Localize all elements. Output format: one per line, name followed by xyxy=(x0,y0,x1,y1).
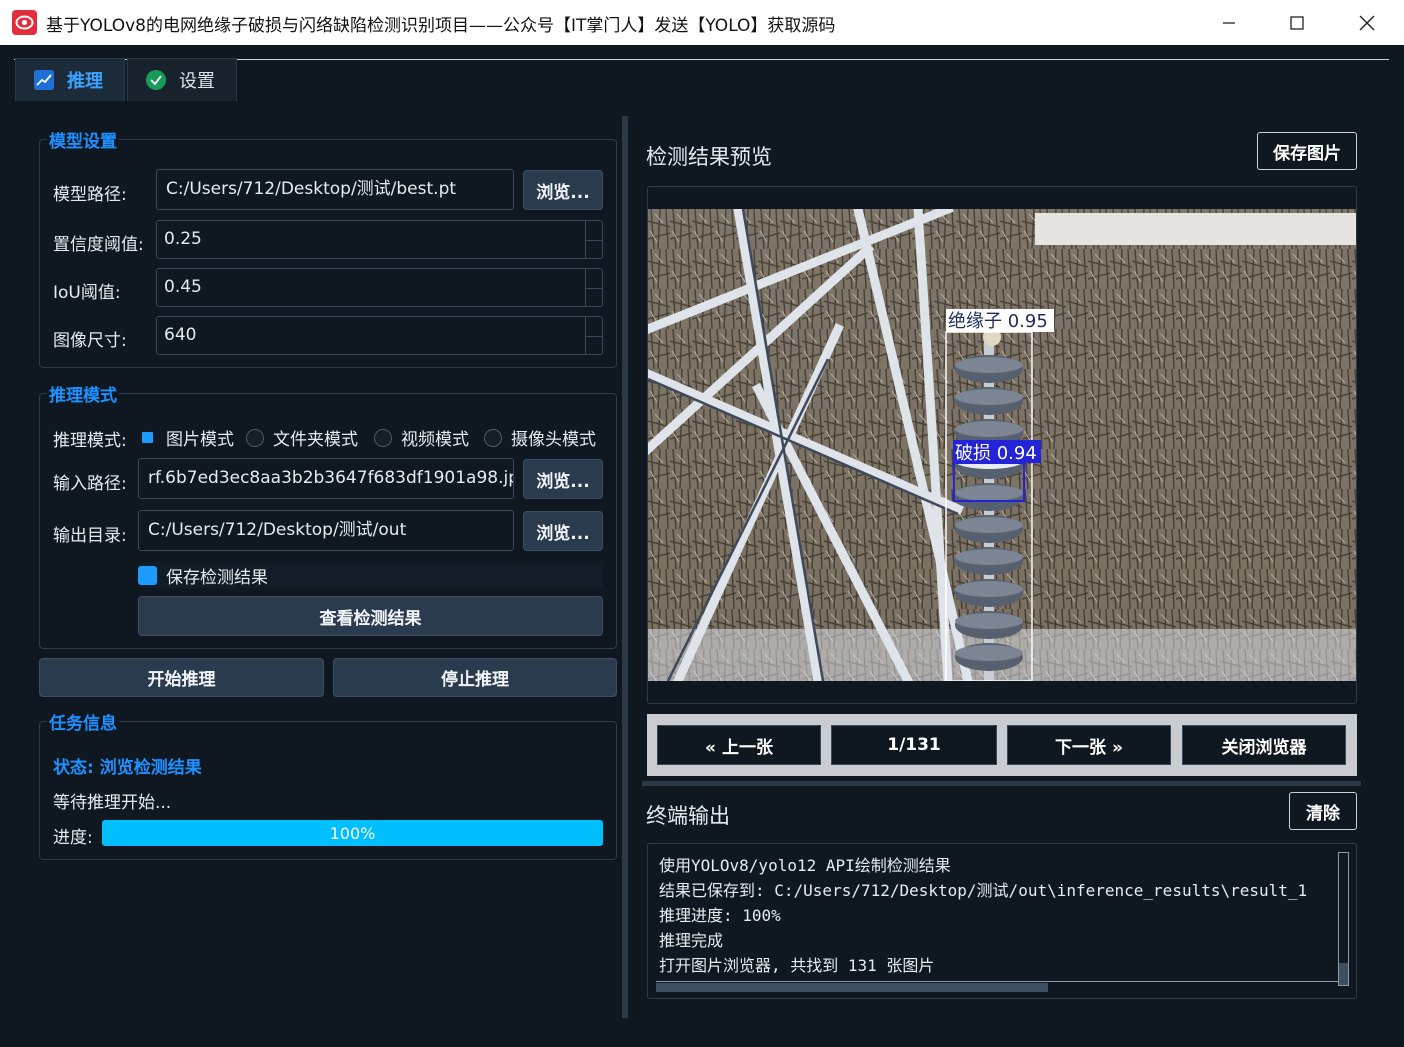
progress-label: 进度: xyxy=(53,828,93,848)
radio-indicator xyxy=(246,428,264,447)
title-bar: 基于YOLOv8的电网绝缘子破损与闪络缺陷检测识别项目——公众号【IT掌门人】发… xyxy=(0,0,1404,45)
next-image-button[interactable]: 下一张 » xyxy=(1007,725,1171,765)
terminal-title: 终端输出 xyxy=(646,804,730,828)
tab-settings[interactable]: 设置 xyxy=(127,58,237,101)
save-results-label: 保存检测结果 xyxy=(166,567,268,588)
task-message: 等待推理开始... xyxy=(53,793,172,813)
close-button[interactable] xyxy=(1332,0,1402,45)
radio-image-mode[interactable]: 图片模式 xyxy=(138,425,234,450)
confidence-value: 0.25 xyxy=(164,229,202,249)
image-size-stepper-arrows[interactable] xyxy=(585,317,602,354)
maximize-button[interactable] xyxy=(1262,0,1332,45)
terminal-line: 推理进度: 100% xyxy=(659,906,781,925)
model-path-input[interactable]: C:/Users/712/Desktop/测试/best.pt xyxy=(156,169,514,210)
terminal-line: 打开图片浏览器, 共找到 131 张图片 xyxy=(659,956,935,975)
terminal-line: 结果已保存到: C:/Users/712/Desktop/测试/out\infe… xyxy=(659,881,1308,900)
output-dir-input[interactable]: C:/Users/712/Desktop/测试/out xyxy=(138,510,514,551)
confidence-spinbox[interactable]: 0.25 xyxy=(156,220,603,259)
radio-camera-mode[interactable]: 摄像头模式 xyxy=(484,425,596,450)
window-title: 基于YOLOv8的电网绝缘子破损与闪络缺陷检测识别项目——公众号【IT掌门人】发… xyxy=(46,16,836,36)
confidence-stepper-arrows[interactable] xyxy=(585,221,602,258)
save-results-checkbox[interactable]: 保存检测结果 xyxy=(138,562,603,588)
confidence-label: 置信度阈值: xyxy=(53,235,144,255)
preview-title: 检测结果预览 xyxy=(646,145,772,169)
scrollbar-thumb[interactable] xyxy=(1339,963,1348,985)
terminal-line: 推理完成 xyxy=(659,931,724,950)
image-navigation-bar: « 上一张 1/131 下一张 » 关闭浏览器 xyxy=(647,714,1357,776)
detection-result-image: 绝缘子 0.95 破损 0.94 xyxy=(648,209,1356,681)
insulator-label: 绝缘子 0.95 xyxy=(948,311,1048,332)
inference-mode-title: 推理模式 xyxy=(47,381,119,406)
start-inference-button[interactable]: 开始推理 xyxy=(39,658,324,697)
image-size-value: 640 xyxy=(164,325,197,345)
input-path-label: 输入路径: xyxy=(53,474,127,494)
check-icon xyxy=(146,70,166,90)
minimize-icon xyxy=(1223,21,1235,24)
view-results-button[interactable]: 查看检测结果 xyxy=(138,596,603,636)
terminal-vertical-scrollbar[interactable] xyxy=(1338,852,1349,986)
horizontal-splitter[interactable] xyxy=(642,781,1361,786)
terminal-output[interactable]: 使用YOLOv8/yolo12 API绘制检测结果 结果已保存到: C:/Use… xyxy=(647,843,1357,999)
progress-bar: 100% xyxy=(102,820,603,846)
terminal-horizontal-scrollbar[interactable] xyxy=(656,981,1338,992)
iou-stepper-arrows[interactable] xyxy=(585,269,602,306)
terminal-line: 使用YOLOv8/yolo12 API绘制检测结果 xyxy=(659,856,951,875)
radio-indicator xyxy=(484,428,502,447)
input-path-input[interactable]: rf.6b7ed3ec8aa3b2b3647f683df1901a98.jpg xyxy=(138,458,514,499)
stop-inference-button[interactable]: 停止推理 xyxy=(333,658,617,697)
radio-video-mode[interactable]: 视频模式 xyxy=(374,425,469,450)
radio-camera-mode-label: 摄像头模式 xyxy=(511,430,596,450)
scrollbar-thumb[interactable] xyxy=(656,983,1048,992)
minimize-button[interactable] xyxy=(1194,0,1264,45)
app-logo-icon xyxy=(12,10,37,35)
iou-spinbox[interactable]: 0.45 xyxy=(156,268,603,307)
vertical-splitter[interactable] xyxy=(622,116,628,1018)
output-browse-button[interactable]: 浏览... xyxy=(523,511,603,551)
iou-value: 0.45 xyxy=(164,277,202,297)
progress-text: 100% xyxy=(329,823,376,843)
prev-image-button[interactable]: « 上一张 xyxy=(657,725,821,765)
image-size-spinbox[interactable]: 640 xyxy=(156,316,603,355)
model-path-label: 模型路径: xyxy=(53,185,127,205)
model-settings-title: 模型设置 xyxy=(47,127,119,152)
radio-folder-mode-label: 文件夹模式 xyxy=(273,430,358,450)
mode-label: 推理模式: xyxy=(53,431,127,451)
radio-video-mode-label: 视频模式 xyxy=(401,430,469,450)
image-counter: 1/131 xyxy=(831,725,997,765)
close-browser-button[interactable]: 关闭浏览器 xyxy=(1182,725,1346,765)
radio-image-mode-label: 图片模式 xyxy=(166,430,234,450)
input-browse-button[interactable]: 浏览... xyxy=(523,459,603,499)
save-image-button[interactable]: 保存图片 xyxy=(1257,132,1357,170)
clear-terminal-button[interactable]: 清除 xyxy=(1289,792,1357,830)
preview-frame: 绝缘子 0.95 破损 0.94 xyxy=(647,186,1357,704)
checkbox-checked-indicator xyxy=(138,565,157,585)
model-browse-button[interactable]: 浏览... xyxy=(523,170,603,210)
radio-indicator xyxy=(142,432,153,443)
tab-inference[interactable]: 推理 xyxy=(15,58,125,101)
iou-label: IoU阈值: xyxy=(53,283,121,303)
tab-settings-label: 设置 xyxy=(179,71,215,92)
chart-icon xyxy=(34,70,54,90)
close-icon xyxy=(1359,15,1375,30)
radio-folder-mode[interactable]: 文件夹模式 xyxy=(246,425,358,450)
task-info-title: 任务信息 xyxy=(47,709,119,734)
output-dir-label: 输出目录: xyxy=(53,526,127,546)
tab-inference-label: 推理 xyxy=(67,71,103,92)
maximize-icon xyxy=(1290,15,1304,30)
image-size-label: 图像尺寸: xyxy=(53,331,127,351)
status-text: 状态: 浏览检测结果 xyxy=(53,758,202,778)
radio-indicator xyxy=(374,428,392,447)
damage-label: 破损 0.94 xyxy=(955,443,1037,464)
